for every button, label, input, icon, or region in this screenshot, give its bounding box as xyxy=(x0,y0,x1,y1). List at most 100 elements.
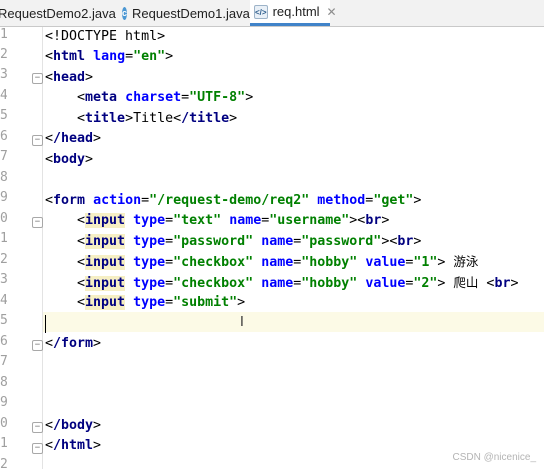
attr-value: "username" xyxy=(269,213,350,228)
attr-value: "en" xyxy=(133,49,166,64)
attr-value: "hobby" xyxy=(301,255,358,270)
text-content: 爬山 xyxy=(453,275,479,290)
code-line-17: </form> xyxy=(45,336,102,351)
attr-name: name xyxy=(229,213,262,228)
fold-expand-icon[interactable]: − xyxy=(32,443,43,454)
attr-name: type xyxy=(133,255,166,270)
fold-expand-icon[interactable]: − xyxy=(32,340,43,351)
tag-name: br xyxy=(365,213,382,228)
line-number: 4 xyxy=(0,293,7,308)
tab-req-html[interactable]: </> req.html ✕ xyxy=(250,0,337,26)
doctype: <!DOCTYPE html> xyxy=(45,29,166,44)
attr-name: type xyxy=(133,234,166,249)
line-number: 1 xyxy=(0,27,7,42)
tag-name: br xyxy=(494,276,511,291)
line-number: 5 xyxy=(0,313,7,328)
watermark: CSDN @nicenice_ xyxy=(452,452,536,463)
attr-name: charset xyxy=(125,90,182,105)
line-number: 2 xyxy=(0,252,7,267)
line-number: 3 xyxy=(0,272,7,287)
attr-value: "checkbox" xyxy=(173,255,254,270)
tab-label: req.html xyxy=(272,4,320,19)
attr-name: action xyxy=(93,193,142,208)
line-number: 1 xyxy=(0,231,7,246)
code-line-3: <head> xyxy=(45,70,94,85)
java-class-icon: c xyxy=(122,6,128,20)
tag-name: /body xyxy=(53,418,94,433)
attr-name: value xyxy=(365,276,406,291)
line-number: 0 xyxy=(0,416,7,431)
tag-name: form xyxy=(53,193,86,208)
attr-value: "2" xyxy=(413,276,438,291)
attr-name: type xyxy=(133,276,166,291)
line-number: 6 xyxy=(0,129,7,144)
line-number: 3 xyxy=(0,67,7,82)
attr-value: "password" xyxy=(301,234,382,249)
attr-value: "checkbox" xyxy=(173,276,254,291)
line-number: 5 xyxy=(0,108,7,123)
line-number: 7 xyxy=(0,149,7,164)
code-line-21: </body> xyxy=(45,418,102,433)
line-number: 2 xyxy=(0,457,7,472)
tab-requestdemo2[interactable]: c RequestDemo2.java xyxy=(0,0,116,26)
line-number: 2 xyxy=(0,47,7,62)
code-line-4: <meta charset="UTF-8"> xyxy=(45,90,254,105)
code-line-2: <html lang="en"> xyxy=(45,49,174,64)
tag-name: br xyxy=(397,234,414,249)
text-content: 游泳 xyxy=(453,254,479,269)
line-number: 6 xyxy=(0,334,7,349)
code-line-11: <input type="password" name="password"><… xyxy=(45,234,422,249)
code-line-9: <form action="/request-demo/req2" method… xyxy=(45,193,422,208)
line-number: 0 xyxy=(0,211,7,226)
code-editor[interactable]: <!DOCTYPE html> <html lang="en"> <head> … xyxy=(45,27,544,469)
tag-name: input xyxy=(85,276,126,291)
tag-name: /form xyxy=(53,336,94,351)
fold-collapse-icon[interactable]: − xyxy=(32,217,43,228)
tag-name: /head xyxy=(53,131,94,146)
code-line-13: <input type="checkbox" name="hobby" valu… xyxy=(45,275,519,291)
tag-name: input xyxy=(85,255,126,270)
tag-name: head xyxy=(53,70,86,85)
attr-value: "/request-demo/req2" xyxy=(149,193,310,208)
attr-value: "get" xyxy=(373,193,414,208)
attr-name: name xyxy=(261,234,294,249)
tag-name: /html xyxy=(53,438,94,453)
fold-expand-icon[interactable]: − xyxy=(32,135,43,146)
tag-name: /title xyxy=(181,111,230,126)
attr-name: lang xyxy=(93,49,126,64)
html-file-icon: </> xyxy=(254,4,268,19)
fold-expand-icon[interactable]: − xyxy=(32,422,43,433)
attr-name: name xyxy=(261,255,294,270)
attr-name: method xyxy=(317,193,366,208)
tag-name: meta xyxy=(85,90,118,105)
code-line-22: </html> xyxy=(45,438,102,453)
attr-value: "UTF-8" xyxy=(189,90,246,105)
attr-name: type xyxy=(133,213,166,228)
code-line-7: <body> xyxy=(45,152,94,167)
tag-name: title xyxy=(85,111,126,126)
fold-collapse-icon[interactable]: − xyxy=(32,73,43,84)
code-line-5: <title>Title</title> xyxy=(45,111,238,126)
tag-name: html xyxy=(53,49,86,64)
code-line-6: </head> xyxy=(45,131,102,146)
attr-name: name xyxy=(261,276,294,291)
attr-name: type xyxy=(133,295,166,310)
text-content: Title xyxy=(133,111,174,126)
line-number: 4 xyxy=(0,88,7,103)
code-line-14: <input type="submit"> xyxy=(45,295,246,310)
tag-name: input xyxy=(85,295,126,310)
tag-name: input xyxy=(85,213,126,228)
text-caret xyxy=(45,315,46,333)
code-line-10: <input type="text" name="username"><br> xyxy=(45,213,390,228)
line-number: 8 xyxy=(0,170,7,185)
close-icon[interactable]: ✕ xyxy=(327,5,337,19)
tab-requestdemo1[interactable]: c RequestDemo1.java ✕ xyxy=(122,0,267,26)
line-number-gutter[interactable]: 1 2 3 4 5 6 7 8 9 0 1 2 3 4 5 6 7 8 9 0 … xyxy=(0,27,43,472)
line-number: 9 xyxy=(0,395,7,410)
tab-label: RequestDemo1.java xyxy=(132,5,250,21)
attr-name: value xyxy=(365,255,406,270)
tab-label: RequestDemo2.java xyxy=(0,5,116,21)
line-number: 7 xyxy=(0,354,7,369)
attr-value: "hobby" xyxy=(301,276,358,291)
line-number: 1 xyxy=(0,436,7,451)
